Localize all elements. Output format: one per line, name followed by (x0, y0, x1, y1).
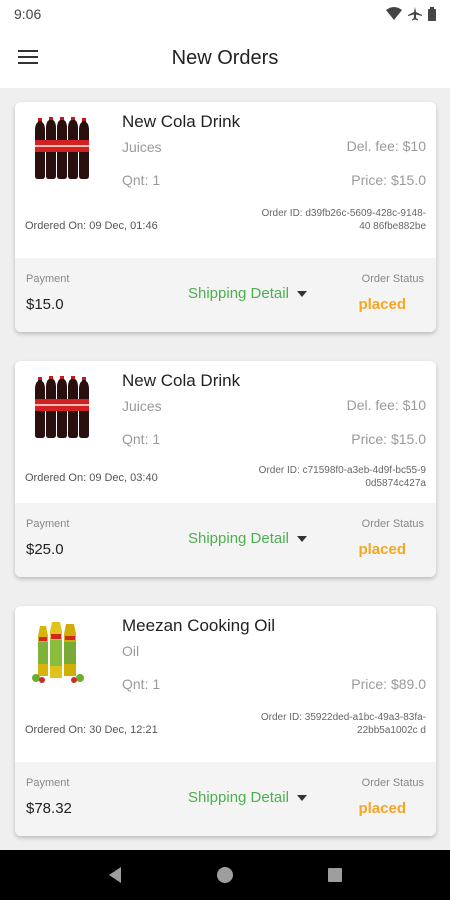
cooking-oil-image (32, 622, 84, 683)
order-id: Order ID: c71598f0-a3eb-4d9f-bc55-90d587… (258, 465, 426, 489)
orders-list[interactable]: New Cola Drink Juices Del. fee: $10 Qnt:… (0, 88, 450, 850)
recents-icon[interactable] (327, 867, 343, 883)
quantity: Qnt: 1 (122, 172, 161, 188)
back-icon[interactable] (107, 866, 123, 884)
order-id: Order ID: d39fb26c-5609-428c-9148-40 86f… (261, 208, 426, 232)
quantity: Qnt: 1 (122, 676, 161, 692)
price: Price: $15.0 (351, 431, 426, 447)
product-category: Juices (122, 398, 162, 414)
order-footer: Payment $78.32 Shipping Detail Order Sta… (15, 762, 436, 836)
payment-value: $25.0 (26, 541, 64, 558)
product-name: Meezan Cooking Oil (122, 616, 276, 635)
order-card[interactable]: New Cola Drink Juices Del. fee: $10 Qnt:… (15, 102, 436, 332)
page-title: New Orders (171, 46, 279, 69)
ordered-on: Ordered On: 09 Dec, 01:46 (25, 220, 158, 232)
product-name: New Cola Drink (122, 371, 241, 390)
order-status-label: Order Status (361, 518, 424, 530)
payment-value: $15.0 (26, 296, 64, 313)
app-bar: New Orders (0, 28, 450, 88)
product-category: Juices (122, 139, 162, 155)
order-footer: Payment $25.0 Shipping Detail Order Stat… (15, 503, 436, 577)
delivery-fee: Del. fee: $10 (346, 138, 426, 154)
order-status-value: placed (358, 800, 406, 817)
shipping-detail-label: Shipping Detail (188, 530, 289, 547)
cola-bottles-image (35, 376, 89, 438)
order-id: Order ID: 35922ded-a1bc-49a3-83fa-22bb5a… (260, 712, 426, 736)
shipping-detail-dropdown[interactable]: Shipping Detail (188, 530, 307, 547)
shipping-detail-dropdown[interactable]: Shipping Detail (188, 285, 307, 302)
cola-bottles-image (35, 117, 89, 179)
product-category: Oil (122, 643, 140, 659)
quantity: Qnt: 1 (122, 431, 161, 447)
price: Price: $89.0 (351, 676, 426, 692)
wifi-icon (386, 7, 402, 20)
order-footer: Payment $15.0 Shipping Detail Order Stat… (15, 258, 436, 332)
order-status-label: Order Status (361, 273, 424, 285)
airplane-icon (408, 7, 422, 21)
payment-label: Payment (26, 518, 70, 530)
order-status-value: placed (358, 296, 406, 313)
shipping-detail-label: Shipping Detail (188, 789, 289, 806)
status-bar: 9:06 (0, 0, 450, 28)
ordered-on: Ordered On: 09 Dec, 03:40 (25, 472, 158, 484)
chevron-down-icon (296, 535, 307, 542)
order-status-value: placed (358, 541, 406, 558)
status-time: 9:06 (14, 6, 42, 22)
battery-icon (428, 7, 436, 21)
payment-value: $78.32 (26, 800, 72, 817)
payment-label: Payment (26, 273, 70, 285)
home-icon[interactable] (216, 866, 234, 884)
chevron-down-icon (296, 290, 307, 297)
order-card[interactable]: New Cola Drink Juices Del. fee: $10 Qnt:… (15, 361, 436, 577)
price: Price: $15.0 (351, 172, 426, 188)
system-nav-bar (0, 850, 450, 900)
hamburger-icon[interactable] (18, 45, 42, 69)
ordered-on: Ordered On: 30 Dec, 12:21 (25, 724, 158, 736)
delivery-fee: Del. fee: $10 (346, 397, 426, 413)
order-card[interactable]: Meezan Cooking Oil Oil Qnt: 1 Price: $89… (15, 606, 436, 836)
payment-label: Payment (26, 777, 70, 789)
order-status-label: Order Status (361, 777, 424, 789)
chevron-down-icon (296, 794, 307, 801)
shipping-detail-dropdown[interactable]: Shipping Detail (188, 789, 307, 806)
shipping-detail-label: Shipping Detail (188, 285, 289, 302)
product-name: New Cola Drink (122, 112, 241, 131)
